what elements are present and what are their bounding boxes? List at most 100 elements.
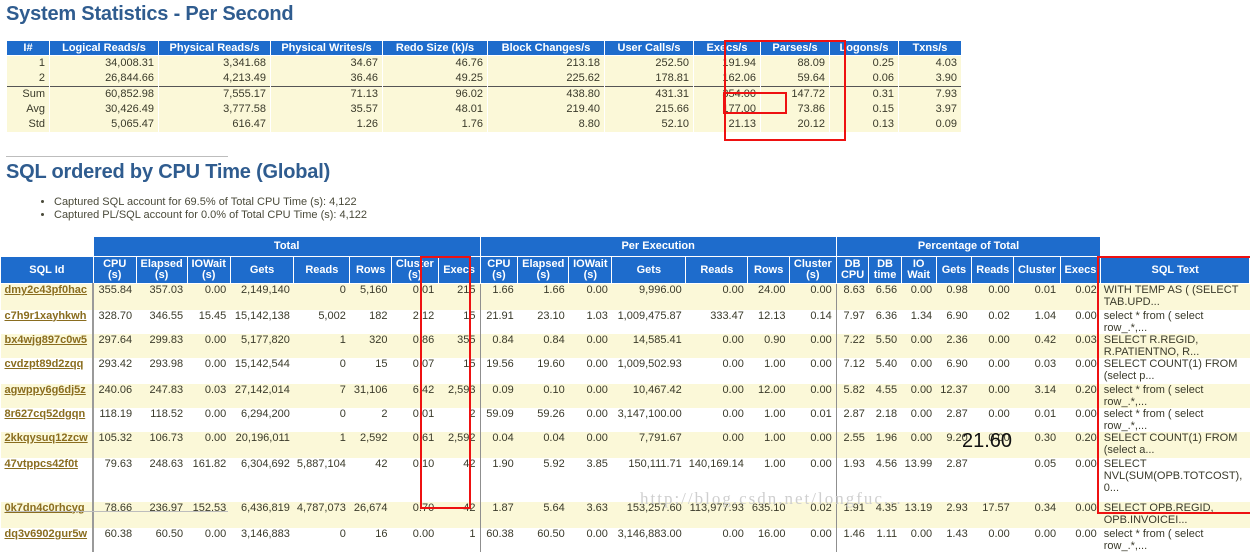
percentage-cell: 0.00 [971, 383, 1014, 408]
per-execution-cell: 0.00 [685, 333, 748, 358]
data-cell: 71.13 [270, 86, 383, 102]
per-execution-cell: 21.91 [480, 309, 518, 334]
per-execution-cell: 23.10 [517, 309, 569, 334]
per-execution-cell: 19.56 [480, 357, 518, 384]
sql-id-link[interactable]: 2kkqysuq12zcw [0, 431, 95, 458]
data-cell: 1.76 [382, 117, 488, 132]
total-cell: 7 [293, 383, 350, 408]
total-cell: 15,142,544 [230, 357, 294, 384]
per-execution-cell: 0.10 [517, 383, 569, 408]
sql-id-link[interactable]: 0k7dn4c0rhcyg [0, 501, 95, 528]
total-cell: 42 [438, 501, 481, 528]
percentage-cell: 0.00 [1060, 501, 1101, 528]
percentage-cell: 0.00 [971, 283, 1014, 310]
per-execution-cell: 0.00 [568, 283, 612, 310]
percentage-cell: 1.93 [836, 457, 869, 502]
total-cell: 26,674 [349, 501, 392, 528]
per-execution-cell: 1.87 [480, 501, 518, 528]
col-sql-id: SQL Id [0, 256, 94, 284]
sql-text-cell: select * from ( select row_.*,... [1100, 407, 1250, 432]
per-execution-cell: 24.00 [747, 283, 790, 310]
col-per-exec-3: Gets [611, 256, 687, 284]
data-cell: 252.50 [604, 55, 694, 71]
per-execution-cell: 10,467.42 [611, 383, 686, 408]
col-per-exec-1: Elapsed (s) [517, 256, 570, 284]
per-execution-cell: 1.66 [480, 283, 518, 310]
percentage-cell: 2.18 [868, 407, 902, 432]
total-cell: 105.32 [93, 431, 137, 458]
percentage-cell: 0.00 [901, 407, 937, 432]
total-cell: 299.83 [136, 333, 188, 358]
data-cell: 162.06 [693, 71, 761, 87]
group-percentage: Percentage of Total [835, 236, 1102, 257]
sql-text-cell: select * from ( select row_.*,... [1100, 527, 1250, 552]
sql-id-link[interactable]: agwppy6g6dj5z [0, 383, 95, 408]
col-total-7: Execs [437, 256, 481, 284]
total-cell: 31,106 [349, 383, 392, 408]
percentage-cell: 6.90 [936, 309, 972, 334]
sql-id-link[interactable]: 8r627cq52dgqn [0, 407, 95, 432]
per-execution-cell: 12.13 [747, 309, 790, 334]
per-execution-cell: 3,147,100.00 [611, 407, 686, 432]
percentage-cell: 13.99 [901, 457, 937, 502]
divider-top [6, 156, 228, 157]
data-cell: 213.18 [487, 55, 605, 71]
percentage-cell: 6.56 [868, 283, 902, 310]
total-cell: 15.45 [187, 309, 231, 334]
data-cell: 26,844.66 [49, 71, 159, 87]
data-cell: 354.00 [693, 86, 761, 102]
data-cell: 215.66 [604, 102, 694, 117]
total-cell: 0 [293, 527, 350, 552]
percentage-cell: 0.03 [1013, 357, 1061, 384]
percentage-cell: 0.00 [1013, 527, 1061, 552]
data-cell: 191.94 [693, 55, 761, 71]
total-cell: 15,142,138 [230, 309, 294, 334]
col-total-2: IOWait (s) [186, 256, 231, 284]
percentage-cell: 1.34 [901, 309, 937, 334]
percentage-cell: 2.93 [936, 501, 972, 528]
total-cell: 0.86 [391, 333, 439, 358]
col-total-5: Rows [349, 256, 392, 284]
total-cell: 0.00 [187, 357, 231, 384]
total-cell: 6,436,819 [230, 501, 294, 528]
percentage-cell: 0.00 [901, 383, 937, 408]
group-blank-2 [1100, 236, 1250, 257]
per-execution-cell: 16.00 [747, 527, 790, 552]
per-execution-cell: 1.00 [747, 357, 790, 384]
per-execution-cell: 1,009,475.87 [611, 309, 686, 334]
percentage-cell: 0.20 [1060, 431, 1101, 458]
system-statistics-title: System Statistics - Per Second [6, 3, 294, 25]
per-execution-cell: 3,146,883.00 [611, 527, 686, 552]
per-execution-cell: 0.00 [789, 283, 837, 310]
per-execution-cell: 9,996.00 [611, 283, 686, 310]
total-cell: 20,196,011 [230, 431, 294, 458]
sql-id-link[interactable]: 47vtppcs42f0t [0, 457, 95, 502]
sql-id-link[interactable]: cvdzpt89d2zqq [0, 357, 95, 384]
col-total-3: Gets [229, 256, 295, 284]
data-cell: 3.90 [898, 71, 962, 87]
col-logons: Logons/s [829, 40, 899, 56]
per-execution-cell: 0.09 [480, 383, 518, 408]
sql-id-link[interactable]: bx4wjg897c0w5 [0, 333, 95, 358]
table-row: 2kkqysuq12zcw 105.32 106.73 0.00 20,196,011 1… [0, 431, 1250, 458]
per-execution-cell: 0.00 [789, 383, 837, 408]
total-cell: 1 [438, 527, 481, 552]
per-execution-cell: 3.63 [568, 501, 612, 528]
per-execution-cell: 1.66 [517, 283, 569, 310]
sql-text-cell: select * from ( select row_.*,... [1100, 383, 1250, 408]
per-execution-cell: 0.00 [789, 333, 837, 358]
percentage-cell: 0.01 [1013, 407, 1061, 432]
group-total: Total [92, 236, 481, 257]
per-execution-cell: 1,009,502.93 [611, 357, 686, 384]
sql-id-link[interactable]: c7h9r1xayhkwh [0, 309, 95, 334]
total-cell: 0.01 [391, 407, 439, 432]
total-cell: 240.06 [93, 383, 137, 408]
sql-text-cell: SELECT R.REGID, R.PATIENTNO, R... [1100, 333, 1250, 358]
data-cell: 177.00 [693, 102, 761, 117]
data-cell: 3,341.68 [158, 55, 271, 71]
sql-id-link[interactable]: dmy2c43pf0hac [0, 283, 95, 310]
per-execution-cell: 59.26 [517, 407, 569, 432]
sql-id-link[interactable]: dq3v6902gur5w [0, 527, 95, 552]
percentage-cell: 6.90 [936, 357, 972, 384]
table-row: 1 34,008.31 3,341.68 34.67 46.76 213.18 252.50… [6, 55, 962, 71]
